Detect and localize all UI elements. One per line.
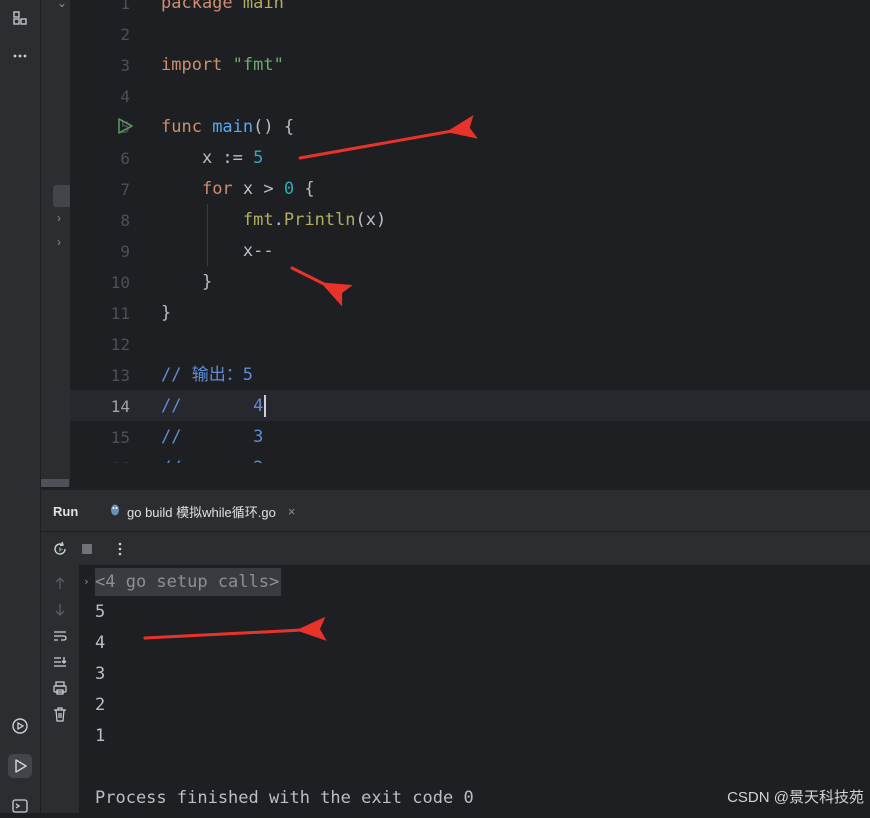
code-token: } xyxy=(161,303,172,323)
code-token: main xyxy=(212,117,254,137)
code-token: 5 xyxy=(253,148,264,168)
console-line: 1 xyxy=(95,726,106,746)
structure-icon[interactable] xyxy=(8,6,32,30)
arrow-up-icon[interactable] xyxy=(51,574,69,592)
code-line[interactable]: x-- xyxy=(161,236,274,267)
line-number: 10 xyxy=(110,273,130,292)
line-number: 4 xyxy=(120,87,130,106)
stop-icon[interactable] xyxy=(78,540,96,558)
more-options-icon[interactable] xyxy=(111,540,129,558)
code-token: 0 xyxy=(283,179,295,199)
run-tool-header: Run go build 模拟while循环.go × xyxy=(41,489,870,534)
chevron-down-icon[interactable]: ⌄ xyxy=(57,0,67,10)
line-number: 6 xyxy=(120,149,130,168)
line-number: 16 xyxy=(70,453,130,463)
code-line[interactable]: package main xyxy=(161,0,284,19)
code-line[interactable]: } xyxy=(161,298,171,329)
arrow-down-icon[interactable] xyxy=(51,601,69,619)
print-icon[interactable] xyxy=(51,679,69,697)
code-line[interactable]: // 4 xyxy=(161,391,267,422)
line-number: 14 xyxy=(110,397,130,416)
console-line: 2 xyxy=(95,695,106,715)
chevron-right-icon[interactable]: › xyxy=(57,235,61,249)
setup-calls-fold[interactable]: <4 go setup calls> xyxy=(95,568,282,596)
line-number: 3 xyxy=(120,56,130,75)
rerun-icon[interactable] xyxy=(51,540,69,558)
code-token: fmt xyxy=(242,210,274,230)
run-gutter-icon[interactable] xyxy=(116,117,134,139)
code-line[interactable]: fmt.Println(x) xyxy=(161,205,386,236)
more-tools-icon[interactable] xyxy=(8,44,32,68)
code-token: () { xyxy=(253,117,295,137)
run-config-tab[interactable]: go build 模拟while循环.go × xyxy=(97,490,308,534)
code-token: func xyxy=(161,117,213,137)
console-line: 5 xyxy=(95,602,106,622)
code-line[interactable]: func main() { xyxy=(161,112,294,143)
text-caret xyxy=(264,395,267,417)
code-token: main xyxy=(242,0,284,13)
line-number: 8 xyxy=(120,211,130,230)
line-number: 15 xyxy=(110,428,130,447)
code-token: x := xyxy=(161,148,254,168)
chevron-right-icon[interactable]: › xyxy=(57,211,61,225)
project-panel: ⌄ › › xyxy=(41,0,70,486)
code-token: // 4 xyxy=(161,396,264,416)
scroll-to-end-icon[interactable] xyxy=(51,653,69,671)
console-side-toolbar xyxy=(41,565,79,813)
chevron-right-icon[interactable]: › xyxy=(83,575,90,588)
soft-wrap-icon[interactable] xyxy=(51,627,69,645)
code-token: // 输出：5 xyxy=(161,365,253,385)
trash-icon[interactable] xyxy=(51,705,69,723)
code-token: Println xyxy=(283,210,356,230)
code-line[interactable]: // 输出：5 xyxy=(161,360,253,391)
code-token: x > xyxy=(242,179,284,199)
code-line[interactable]: } xyxy=(161,267,212,298)
run-tab-label: go build 模拟while循环.go xyxy=(127,504,276,520)
code-token: { xyxy=(294,179,315,199)
line-number: 7 xyxy=(120,180,130,199)
code-token: . xyxy=(273,210,284,230)
line-number: 2 xyxy=(120,25,130,44)
code-token: x-- xyxy=(161,241,274,261)
line-number: 9 xyxy=(120,242,130,261)
code-token: // 3 xyxy=(161,427,264,447)
code-token: // 2 xyxy=(161,458,263,463)
line-number: 11 xyxy=(110,304,130,323)
go-gopher-icon xyxy=(109,503,121,520)
editor-horizontal-scrollbar[interactable] xyxy=(41,479,69,487)
line-number: 12 xyxy=(110,335,130,354)
run-tool-icon[interactable] xyxy=(8,754,32,778)
run-tool-title: Run xyxy=(53,504,79,519)
project-selected-row[interactable] xyxy=(53,185,70,207)
code-line[interactable]: // 3 xyxy=(161,422,263,453)
code-token: (x) xyxy=(355,210,387,230)
console-output[interactable]: › <4 go setup calls> 5 4 3 2 1 Process finis… xyxy=(79,565,870,813)
code-line[interactable]: for x > 0 { xyxy=(161,174,315,205)
terminal-icon[interactable] xyxy=(8,794,32,818)
code-line[interactable]: x := 5 xyxy=(161,143,263,174)
line-number: 1 xyxy=(120,0,130,13)
code-token: "fmt" xyxy=(232,55,284,75)
exit-message: Process finished with the exit code 0 xyxy=(95,788,474,808)
line-number: 13 xyxy=(110,366,130,385)
run-toolbar xyxy=(41,531,870,566)
services-icon[interactable] xyxy=(8,714,32,738)
code-token: import xyxy=(161,55,233,75)
code-line[interactable]: import "fmt" xyxy=(161,50,284,81)
code-token: package xyxy=(161,0,243,13)
activity-bar xyxy=(0,0,41,813)
close-icon[interactable]: × xyxy=(288,504,296,519)
code-line[interactable]: // 2 xyxy=(161,453,263,463)
code-token: for xyxy=(201,179,243,199)
watermark: CSDN @景天科技苑 xyxy=(727,789,864,806)
console-line: 3 xyxy=(95,664,106,684)
code-token: } xyxy=(161,272,213,292)
code-editor[interactable]: 1 package main 2 3 import "fmt" 4 5 func main()… xyxy=(70,0,870,463)
console-line: 4 xyxy=(95,633,106,653)
